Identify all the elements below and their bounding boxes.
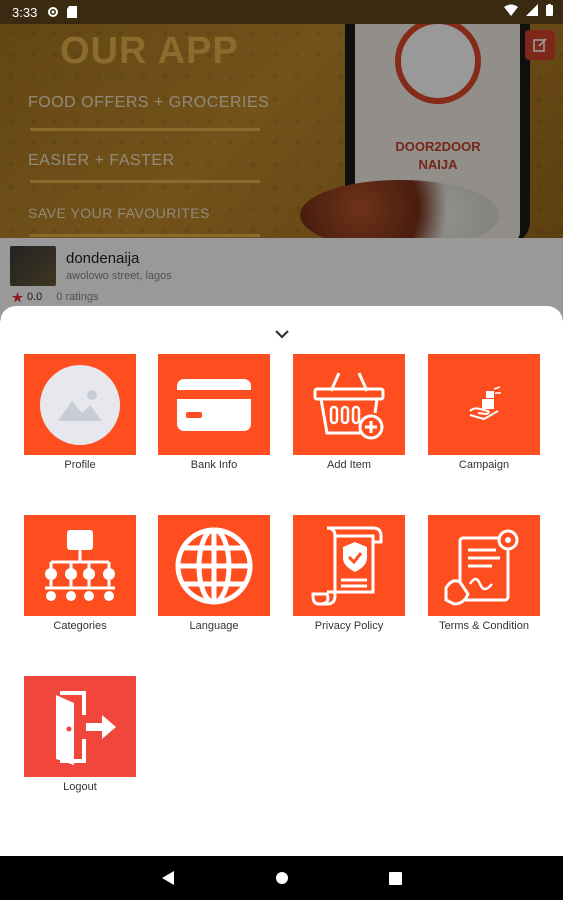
menu-item-label: Logout [63,781,97,793]
menu-item-logout[interactable]: Logout [24,676,136,793]
menu-item-add-item[interactable]: Add Item [293,354,405,471]
menu-item-label: Language [189,620,239,632]
tile-box [428,515,540,616]
tile-box [428,354,540,455]
sd-card-icon [67,6,78,18]
menu-item-label: Terms & Condition [439,620,529,632]
menu-item-bank-info[interactable]: Bank Info [158,354,270,471]
menu-item-privacy-policy[interactable]: Privacy Policy [293,515,405,632]
chevron-down-icon [275,330,289,339]
wifi-icon [504,4,518,16]
globe-icon [175,527,253,604]
status-bar: 3:33 [0,0,563,24]
menu-item-label: Add Item [326,459,372,471]
menu-item-label: Campaign [458,459,510,471]
menu-item-label: Categories [53,620,107,632]
menu-item-campaign[interactable]: Campaign [428,354,540,471]
menu-item-label: Profile [64,459,96,471]
battery-icon [546,4,553,16]
signal-icon [526,4,538,16]
basket-add-icon [313,371,385,439]
back-icon[interactable] [161,870,175,886]
tile-box [158,515,270,616]
tile-box [24,676,136,777]
menu-item-categories[interactable]: Categories [24,515,136,632]
menu-item-language[interactable]: Language [158,515,270,632]
menu-item-label: Privacy Policy [314,620,384,632]
system-nav-bar [0,856,563,900]
hierarchy-icon [45,529,115,601]
scrim-overlay[interactable] [0,0,563,330]
status-time: 3:33 [12,4,38,20]
campaign-icon [469,385,501,420]
tile-box [293,515,405,616]
credit-card-icon [177,378,251,431]
tile-box [158,354,270,455]
contract-icon [444,529,519,606]
menu-item-profile[interactable]: Profile [24,354,136,471]
home-icon[interactable] [275,871,289,885]
tile-box [24,354,136,455]
menu-item-label: Bank Info [190,459,238,471]
menu-item-terms-condition[interactable]: Terms & Condition [428,515,540,632]
exit-door-icon [56,690,116,765]
collapse-sheet-button[interactable] [272,326,292,342]
shield-document-icon [311,526,383,606]
tile-box [24,515,136,616]
tile-box [293,354,405,455]
bottom-sheet-menu: Profile Bank Info Add Item Campaign Cate… [0,306,563,856]
profile-image-icon [40,364,120,445]
settings-gear-icon [47,6,59,18]
recents-icon[interactable] [389,871,402,885]
